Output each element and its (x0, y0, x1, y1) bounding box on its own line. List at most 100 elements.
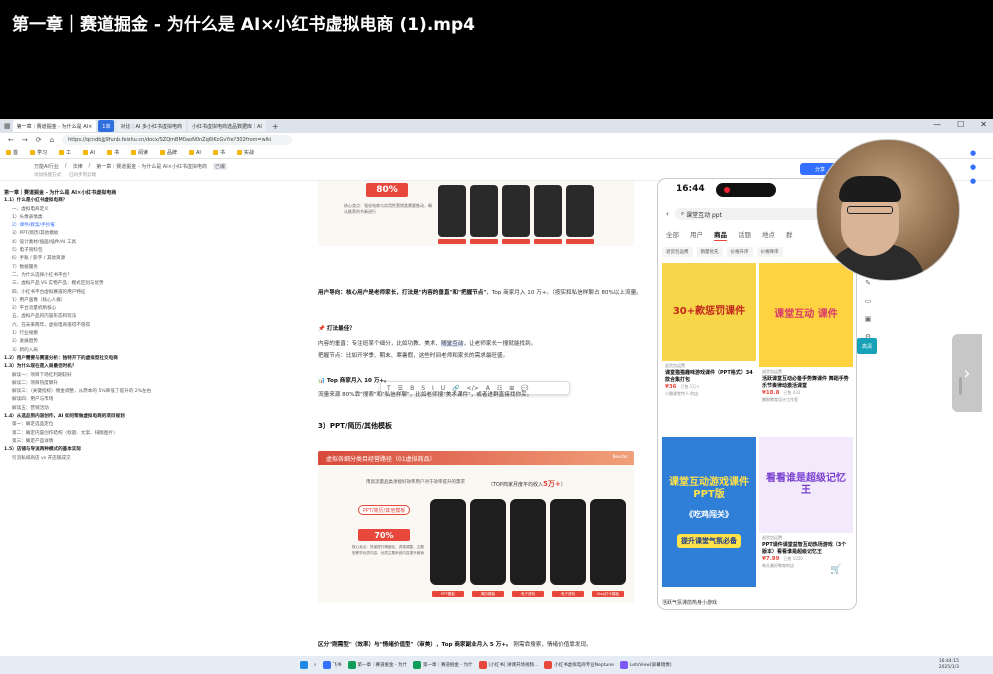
outline-item[interactable]: 二、为什么选择小红书平台？ (4, 272, 312, 280)
pen-icon[interactable]: ✎ (865, 279, 871, 287)
taskbar-app[interactable]: [小红书] 讲课开场视频... (478, 661, 538, 669)
outline-item[interactable]: 3）PPT/简历/其他模板 (4, 230, 312, 238)
outline-item[interactable]: 1）头像表情类 (4, 214, 312, 222)
taskbar-app[interactable]: 飞书 (322, 661, 342, 669)
outline-item[interactable]: 第三：确定产品详情 (4, 438, 312, 446)
search-icon[interactable]: ⌕ (314, 662, 317, 668)
back-icon[interactable]: ← (8, 136, 14, 144)
browser-menu-icon[interactable]: ▦ (4, 122, 11, 130)
category-image-1: 80% 核心卖点：强化电商与实用性营销类需要推动，确认推荐的节奏进行 (318, 181, 634, 246)
outline-item[interactable]: 第二：确定内容创作结构（标题、文案、排版图片） (4, 430, 312, 438)
bookmark-item[interactable]: 首 (6, 149, 18, 156)
filter-chip[interactable]: 退货包运费 (662, 247, 693, 257)
minimize-icon[interactable]: — (933, 120, 941, 129)
outline-item[interactable]: 解读三：（关键指标）佣金调整，从原本的 5%降低了提升的 2%左右 (4, 388, 312, 396)
outline-item[interactable]: 2）课件/教案/手抄报 (4, 222, 312, 230)
bookmark-item[interactable]: 学习 (30, 149, 47, 156)
outline-item[interactable]: 一、虚拟电商定义 (4, 206, 312, 214)
category-pill: PPT/简历/其他模板 (358, 505, 410, 515)
outline-item[interactable]: 五、虚拟产品的内容形态和玩法 (4, 313, 312, 321)
next-video-button[interactable]: › (952, 334, 982, 412)
add-shortcut-link[interactable]: 添加快捷方式 (34, 172, 61, 178)
cart-icon[interactable]: 🛒 (830, 565, 841, 575)
outline-item[interactable]: 7）数据服务 (4, 264, 312, 272)
product-card[interactable]: 30+款惩罚课件 退货包运费 课堂猫猫趣味游戏课件（PPT格式）34款合集打包 ¥36… (662, 263, 756, 433)
bookmark-item[interactable]: 品牌 (159, 149, 177, 156)
bookmark-item[interactable]: AI (189, 150, 201, 156)
revenue-prefix: （TOP商家月度平均收入 (488, 482, 544, 488)
product-card[interactable]: 课堂互动 课件 退货包运费 活跃课堂互动必备手势舞课件 舞蹈手势乐节奏律动激活课堂 ¥… (759, 263, 853, 433)
phone-tab[interactable]: 话题 (738, 229, 751, 241)
breadcrumb-item[interactable]: 法律 (73, 163, 83, 170)
outline-item[interactable]: 3）新的入局 (4, 347, 312, 355)
browser-tab[interactable]: 对比｜AI 多小红书虚拟电商 (116, 120, 186, 132)
extension-icon[interactable]: ● (970, 149, 976, 157)
outline-item[interactable]: 第一章｜赛道掘金 - 为什么是 AI×小红书虚拟电商 (4, 189, 312, 197)
breadcrumb-item[interactable]: 第一章｜赛道掘金 - 为什么是 AI×小红书虚拟电商 (96, 163, 207, 170)
outline-item[interactable]: 1）行业规模 (4, 330, 312, 338)
outline-item[interactable]: 6）手账 / 影字 / 其他资源 (4, 255, 312, 263)
bookmark-label: AI (196, 149, 201, 156)
outline-item[interactable]: 1.1）什么是小红书虚拟电商？ (4, 197, 312, 205)
filter-chip[interactable]: 价格升序 (726, 247, 753, 257)
browser-tab[interactable]: 小红书虚拟电商选品数据库｜AI (187, 120, 266, 132)
outline-item[interactable]: 引流私域商店 vs 开店铺成交 (4, 455, 312, 463)
taskbar-app[interactable]: LetsView[屏幕镜像] (619, 661, 671, 669)
close-icon[interactable]: ✕ (980, 120, 987, 129)
maximize-icon[interactable]: ☐ (957, 120, 964, 129)
outline-item[interactable]: 三、虚拟产品 VS 实物产品：模式区别与优势 (4, 280, 312, 288)
phone-tab[interactable]: 群 (786, 229, 793, 241)
outline-item[interactable]: 1）用户画像（核心人群） (4, 297, 312, 305)
filter-chip[interactable]: 价格降序 (756, 247, 783, 257)
doc-outline: 第一章｜赛道掘金 - 为什么是 AI×小红书虚拟电商 1.1）什么是小红书虚拟电商… (0, 181, 312, 656)
phone-tab[interactable]: 用户 (690, 229, 703, 241)
bookmark-item[interactable]: 书 (212, 149, 225, 156)
url-field[interactable]: https://qcndbjjj9funb.feishu.cn/docx/SZQ… (62, 135, 293, 145)
outline-item[interactable]: 解读四：用户与市场 (4, 396, 312, 404)
outline-item[interactable]: 四、小红书平台虚拟赛道的用户特征 (4, 289, 312, 297)
outline-item[interactable]: 5）电子资料包 (4, 247, 312, 255)
breadcrumb-item[interactable]: 万能AI行业 (34, 163, 59, 170)
taskbar-app[interactable]: 第一章｜赛道掘金 - 为什 (347, 661, 407, 669)
bookmark-item[interactable]: AI (83, 150, 95, 156)
outline-item[interactable]: 1.3）为什么现在是入局最佳时机？ (4, 363, 312, 371)
outline-item[interactable]: 六、在未来两年，虚拟电商值得不值得 (4, 322, 312, 330)
bookmark-item[interactable]: 实战 (236, 149, 254, 156)
price-value: ¥7.99 (762, 556, 780, 562)
phone-tab[interactable]: 地点 (762, 229, 775, 241)
outline-item[interactable]: 第一：确定选品定位 (4, 421, 312, 429)
product-card[interactable]: 课堂互动游戏课件 PPT版 《吃鸡闯关》 提升课堂气氛必备 (662, 437, 756, 587)
taskbar-app[interactable]: 小红书虚拟电商专业Neptune (544, 661, 614, 669)
outline-item[interactable]: 2）发展趋势 (4, 338, 312, 346)
start-icon[interactable] (300, 661, 308, 669)
taskbar-app[interactable]: 第一章｜赛道掘金 - 为什 (413, 661, 473, 669)
highlighted-text[interactable]: 随堂互动 (441, 341, 464, 347)
extension-icon[interactable]: ● (970, 163, 976, 171)
phone-thumbnail (470, 185, 498, 237)
bookmark-item[interactable]: 阅读 (130, 149, 148, 156)
outline-item[interactable]: 1.5）店铺与导流两种模式的基本实际 (4, 446, 312, 454)
outline-item[interactable]: 解读二：项目热度攀升 (4, 380, 312, 388)
bookmark-item[interactable]: 书 (106, 149, 119, 156)
filter-chip[interactable]: 销量优先 (696, 247, 723, 257)
phone-tab[interactable]: 全部 (666, 229, 679, 241)
outline-item[interactable]: 解读五：营销活动 (4, 405, 312, 413)
outline-item[interactable]: 1.2）用户需要与赛道分析：独特开下的虚拟型社交电商 (4, 355, 312, 363)
outline-item[interactable]: 4）设计素材/插画/插件/AI 工具 (4, 239, 312, 247)
home-icon[interactable]: ⌂ (50, 136, 54, 144)
browser-tab[interactable]: 1单 (98, 120, 115, 132)
square-icon[interactable]: ▭ (865, 297, 872, 305)
forward-icon[interactable]: → (22, 136, 28, 144)
outline-item[interactable]: 2）平台流量机制核心 (4, 305, 312, 313)
reload-icon[interactable]: ⟳ (36, 136, 42, 144)
outline-item[interactable]: 解读一：项目下场红利期较好 (4, 372, 312, 380)
new-tab-icon[interactable]: + (268, 122, 283, 131)
image-icon[interactable]: ▣ (865, 315, 872, 323)
bookmark-item[interactable]: 工 (59, 149, 71, 156)
phone-tab[interactable]: 商品 (714, 229, 727, 241)
extension-icon[interactable]: ● (970, 177, 976, 185)
hd-button[interactable]: 高清 (857, 338, 877, 354)
browser-tab[interactable]: 第一章｜赛道掘金 - 为什么是 AI× (12, 120, 97, 132)
outline-item[interactable]: 1.4）从选品到内容创作，AI 如何帮做虚拟电商的项目规划 (4, 413, 312, 421)
back-icon[interactable]: ‹ (666, 210, 669, 218)
